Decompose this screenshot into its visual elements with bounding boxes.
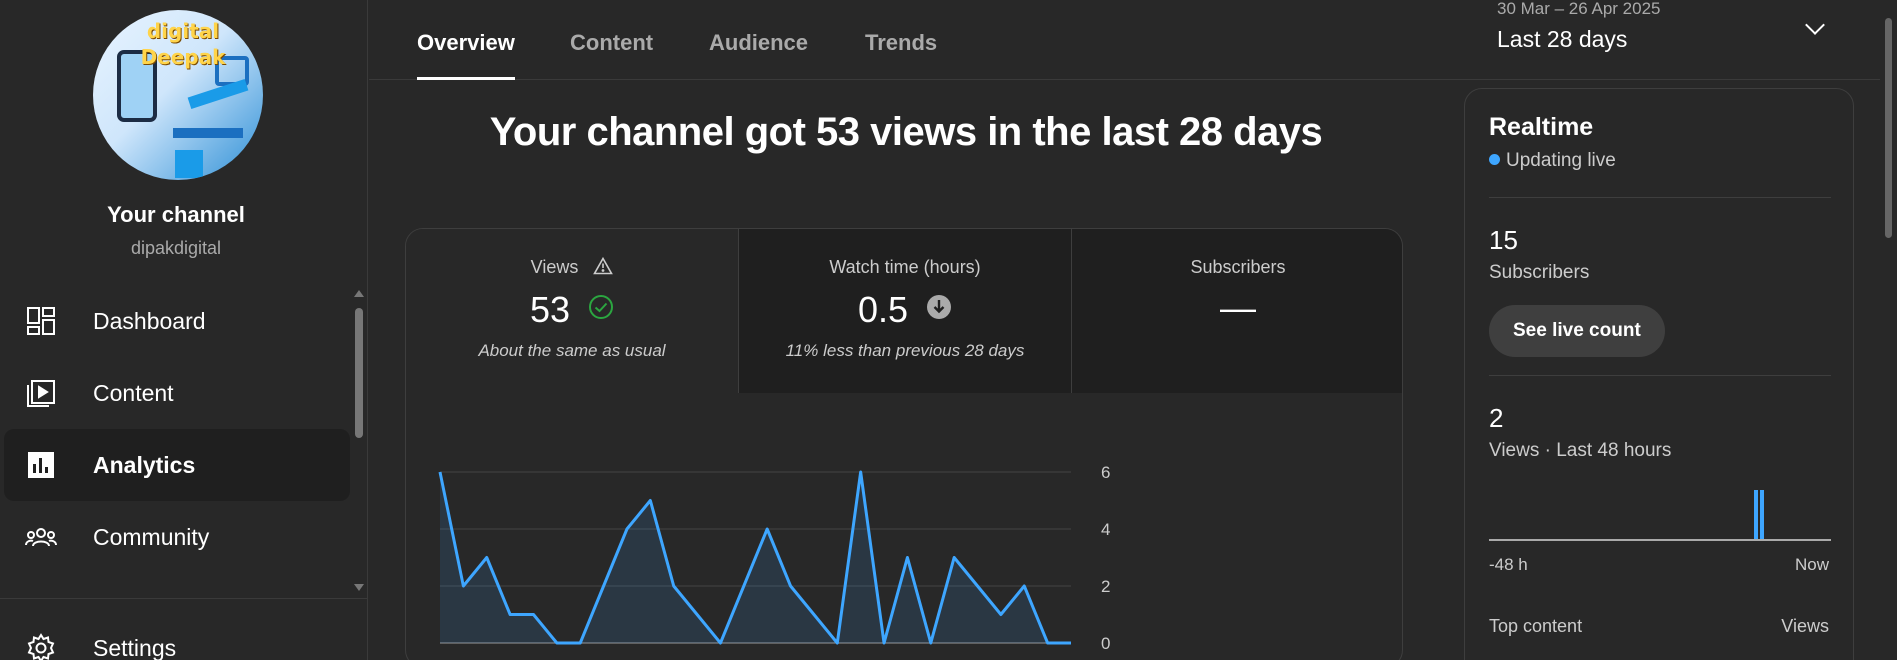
- realtime-status-text: Updating live: [1506, 150, 1616, 171]
- sidebar-item-label: Analytics: [93, 451, 196, 478]
- sidebar-item-dashboard[interactable]: Dashboard: [4, 285, 350, 357]
- sidebar-item-label: Content: [93, 379, 174, 406]
- dashboard-icon: [24, 304, 58, 338]
- sidebar-scroll-down-arrow[interactable]: [354, 584, 364, 591]
- channel-title: Your channel: [107, 202, 245, 227]
- realtime-subscribers-value: 15: [1489, 225, 1518, 255]
- sidebar: digital Deepak Your channel dipakdigital…: [0, 0, 368, 660]
- sidebar-item-analytics[interactable]: Analytics: [4, 429, 350, 501]
- views-chart[interactable]: 0 2 4 6: [406, 229, 1403, 660]
- page-headline: Your channel got 53 views in the last 28…: [489, 110, 1323, 154]
- overview-card: Views 53 About the same as usual Watch t…: [405, 228, 1403, 660]
- realtime-views-label: Views · Last 48 hours: [1489, 440, 1672, 461]
- avatar-logo-text: digital Deepak: [140, 19, 226, 69]
- decorative-tile: [175, 150, 203, 178]
- realtime-status: Updating live: [1489, 150, 1616, 172]
- realtime-views-bar[interactable]: [1754, 490, 1758, 540]
- realtime-card: Realtime Updating live 15 Subscribers Se…: [1464, 88, 1854, 660]
- see-live-count-button[interactable]: See live count: [1489, 305, 1665, 357]
- realtime-axis-start: -48 h: [1489, 555, 1528, 574]
- sidebar-item-settings[interactable]: Settings: [4, 612, 350, 660]
- page-scrollbar-thumb[interactable]: [1885, 18, 1892, 238]
- sidebar-divider: [0, 598, 368, 599]
- divider: [1489, 375, 1831, 376]
- realtime-axis: [1489, 539, 1831, 541]
- channel-handle: dipakdigital: [130, 238, 222, 258]
- live-dot-icon: [1489, 154, 1500, 165]
- tab-trends[interactable]: Trends: [865, 30, 937, 80]
- sidebar-item-label: Settings: [93, 634, 177, 660]
- realtime-views-bar[interactable]: [1760, 490, 1764, 540]
- analytics-icon: [24, 448, 58, 482]
- sidebar-item-label: Dashboard: [93, 307, 206, 334]
- tab-audience[interactable]: Audience: [709, 30, 808, 80]
- divider: [1489, 197, 1831, 198]
- tab-overview[interactable]: Overview: [417, 30, 515, 80]
- community-icon: [24, 520, 58, 554]
- sidebar-scrollbar-thumb[interactable]: [355, 308, 363, 438]
- channel-avatar[interactable]: digital Deepak: [93, 10, 263, 180]
- sidebar-item-content[interactable]: Content: [4, 357, 350, 429]
- top-content-header: Top content: [1489, 616, 1583, 636]
- top-content-views-header: Views: [1781, 616, 1829, 636]
- settings-icon: [24, 631, 58, 660]
- sidebar-scroll-up-arrow[interactable]: [354, 290, 364, 297]
- realtime-title: Realtime: [1489, 113, 1594, 141]
- date-range-text: 30 Mar – 26 Apr 2025: [1497, 0, 1661, 18]
- decorative-bar: [173, 128, 243, 138]
- content-icon: [24, 376, 58, 410]
- realtime-subscribers-label: Subscribers: [1489, 262, 1590, 283]
- realtime-axis-end: Now: [1794, 555, 1829, 574]
- sidebar-item-community[interactable]: Community: [4, 501, 350, 573]
- chart-y-tick-label: 4: [1101, 520, 1110, 539]
- date-range-selector[interactable]: 30 Mar – 26 Apr 2025 Last 28 days: [1497, 0, 1661, 53]
- chart-y-tick-label: 6: [1101, 463, 1110, 482]
- date-range-label: Last 28 days: [1497, 26, 1628, 52]
- chart-y-tick-label: 0: [1101, 634, 1110, 653]
- chart-y-tick-label: 2: [1101, 577, 1110, 596]
- sidebar-item-label: Community: [93, 523, 210, 550]
- tab-content[interactable]: Content: [570, 30, 653, 80]
- page-scrollbar[interactable]: [1880, 0, 1897, 660]
- realtime-views-value: 2: [1489, 403, 1504, 433]
